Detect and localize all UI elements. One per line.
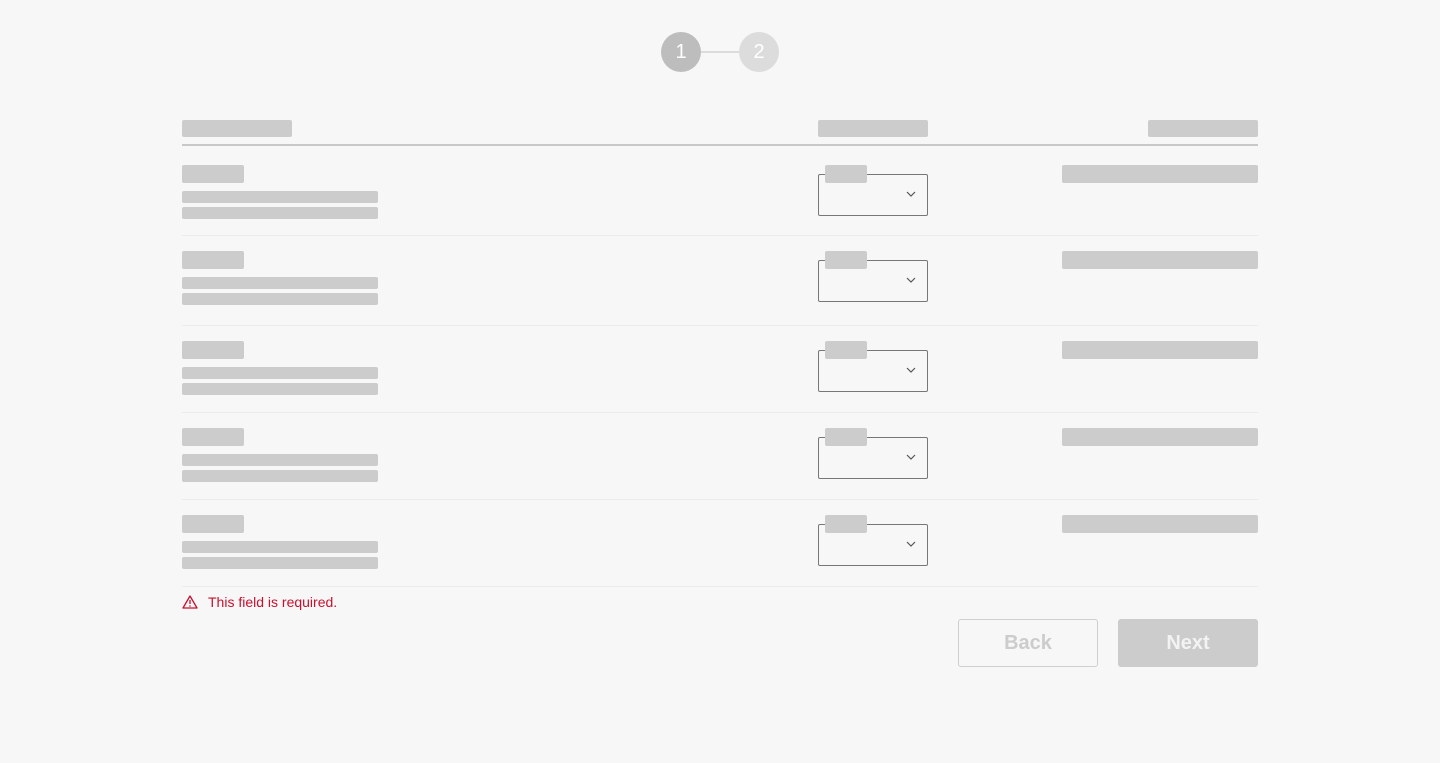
row-description-placeholder: [182, 454, 378, 466]
row-select[interactable]: [818, 515, 928, 566]
column-header-value-placeholder: [1148, 120, 1258, 137]
row-select[interactable]: [818, 165, 928, 216]
row-value-placeholder: [1062, 341, 1258, 359]
select-label-placeholder: [825, 251, 867, 269]
select-label-placeholder: [825, 428, 867, 446]
row-description-placeholder: [182, 277, 378, 289]
column-header-item-placeholder: [182, 120, 292, 137]
table-row: [182, 500, 1258, 587]
row-select[interactable]: [818, 251, 928, 302]
step-2: 2: [739, 32, 779, 72]
row-description-placeholder: [182, 470, 378, 482]
row-description-placeholder: [182, 293, 378, 305]
chevron-down-icon: [906, 367, 916, 373]
next-button[interactable]: Next: [1118, 619, 1258, 667]
table-row: [182, 413, 1258, 500]
validation-error: This field is required.: [182, 594, 337, 610]
row-description-placeholder: [182, 191, 378, 203]
row-title-placeholder: [182, 251, 244, 269]
row-description-placeholder: [182, 367, 378, 379]
select-label-placeholder: [825, 515, 867, 533]
row-title-placeholder: [182, 428, 244, 446]
chevron-down-icon: [906, 454, 916, 460]
row-title-placeholder: [182, 515, 244, 533]
stepper: 1 2: [661, 32, 779, 72]
row-value-placeholder: [1062, 251, 1258, 269]
row-description-placeholder: [182, 557, 378, 569]
error-message: This field is required.: [208, 594, 338, 610]
select-label-placeholder: [825, 165, 867, 183]
table-row: [182, 146, 1258, 236]
step-1: 1: [661, 32, 701, 72]
chevron-down-icon: [906, 541, 916, 547]
row-value-placeholder: [1062, 515, 1258, 533]
row-title-placeholder: [182, 165, 244, 183]
select-label-placeholder: [825, 341, 867, 359]
table-row: [182, 326, 1258, 413]
chevron-down-icon: [906, 191, 916, 197]
warning-triangle-icon: [182, 595, 198, 609]
row-select[interactable]: [818, 428, 928, 479]
step-connector: [701, 51, 739, 53]
row-value-placeholder: [1062, 165, 1258, 183]
row-description-placeholder: [182, 383, 378, 395]
table-header: [182, 119, 1258, 146]
row-value-placeholder: [1062, 428, 1258, 446]
table-row: [182, 236, 1258, 326]
row-description-placeholder: [182, 541, 378, 553]
back-button[interactable]: Back: [958, 619, 1098, 667]
row-title-placeholder: [182, 341, 244, 359]
chevron-down-icon: [906, 277, 916, 283]
row-select[interactable]: [818, 341, 928, 392]
column-header-select-placeholder: [818, 120, 928, 137]
items-table: [182, 119, 1258, 587]
row-description-placeholder: [182, 207, 378, 219]
